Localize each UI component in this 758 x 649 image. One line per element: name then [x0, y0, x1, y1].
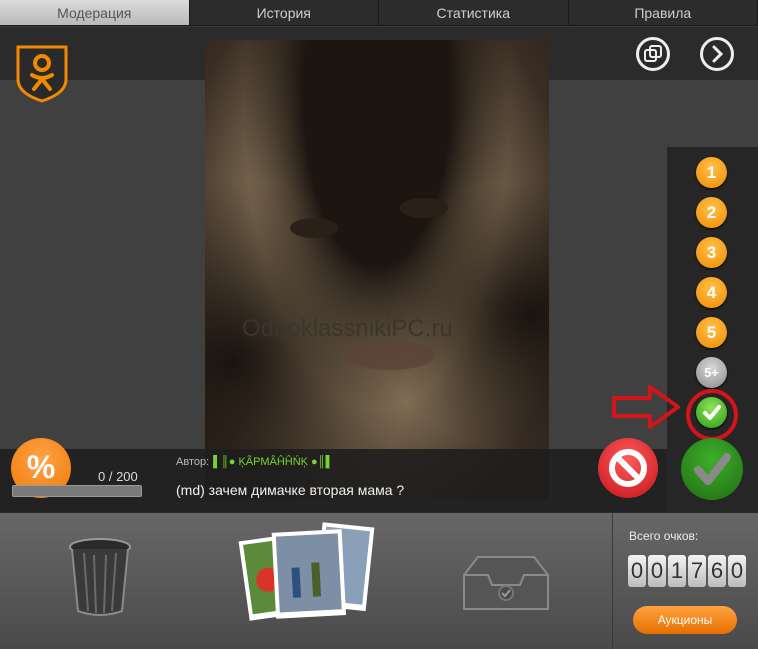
inbox-tray-icon[interactable]	[460, 553, 552, 613]
photo-feature	[345, 340, 435, 370]
highlight-ring	[686, 389, 738, 441]
rate-1-button[interactable]: 1	[696, 157, 727, 188]
check-icon	[694, 453, 731, 485]
score-counter: 0 0 1 7 6 0	[628, 555, 746, 587]
score-digit: 1	[668, 555, 686, 587]
rate-4-button[interactable]: 4	[696, 277, 727, 308]
rate-5-plus-button[interactable]: 5+	[696, 357, 727, 388]
photo-comment: (md) зачем димачке вторая мама ?	[176, 482, 405, 498]
progress-counter: 0 / 200	[98, 469, 138, 484]
progress-bar	[12, 485, 142, 497]
tab-rules[interactable]: Правила	[569, 0, 758, 25]
score-label: Всего очков:	[629, 529, 699, 543]
moderated-photo	[205, 40, 549, 499]
author-line: Автор: ▌║● ĶÃРМÂĤĤŃĶ ●║▌	[176, 456, 333, 468]
watermark-text: OdnoklassnikiPC.ru	[242, 315, 453, 342]
next-photo-button[interactable]	[700, 37, 734, 71]
score-panel: Всего очков: 0 0 1 7 6 0 Аукционы	[612, 513, 758, 649]
bottom-toolbar: Всего очков: 0 0 1 7 6 0 Аукционы	[0, 512, 758, 649]
external-link-icon	[644, 45, 662, 62]
score-digit: 0	[628, 555, 646, 587]
rate-2-button[interactable]: 2	[696, 197, 727, 228]
next-arrow-icon	[712, 45, 724, 63]
odnoklassniki-logo-icon	[16, 45, 68, 103]
moderation-stage: OdnoklassnikiPC.ru 1 2 3 4 5 5+ % 0 / 20…	[0, 27, 758, 512]
block-button[interactable]	[598, 438, 658, 498]
score-digit: 0	[728, 555, 746, 587]
tab-statistics[interactable]: Статистика	[379, 0, 569, 25]
photo-shading	[205, 40, 549, 499]
tab-bar: Модерация История Статистика Правила	[0, 0, 758, 26]
pointer-arrow-icon	[612, 385, 680, 429]
tab-history[interactable]: История	[190, 0, 379, 25]
trash-icon[interactable]	[68, 537, 132, 617]
rate-5-button[interactable]: 5	[696, 317, 727, 348]
approve-button[interactable]	[681, 438, 743, 500]
score-digit: 6	[708, 555, 726, 587]
rate-3-button[interactable]: 3	[696, 237, 727, 268]
external-link-button[interactable]	[636, 37, 670, 71]
photo-feature	[400, 198, 448, 218]
score-digit: 0	[648, 555, 666, 587]
author-name-link[interactable]: ▌║● ĶÃРМÂĤĤŃĶ ●║▌	[213, 456, 333, 468]
photo-feature	[290, 218, 338, 238]
auctions-button[interactable]: Аукционы	[633, 606, 737, 634]
photo-stack-icon[interactable]	[238, 517, 378, 629]
score-digit: 7	[688, 555, 706, 587]
author-label: Автор:	[176, 456, 210, 468]
tab-moderation[interactable]: Модерация	[0, 0, 190, 25]
block-icon	[609, 449, 647, 487]
